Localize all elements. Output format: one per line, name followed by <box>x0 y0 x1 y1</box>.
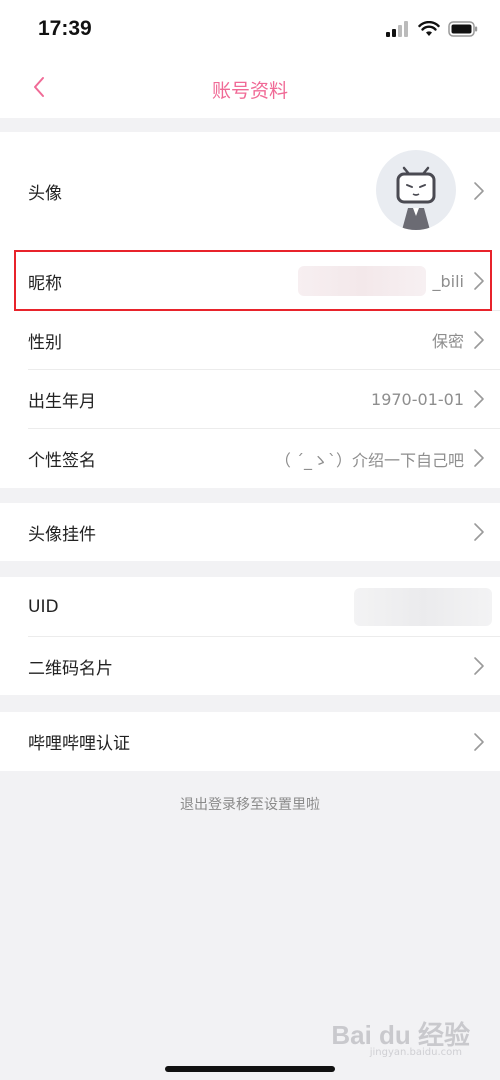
gender-label: 性别 <box>28 332 62 353</box>
pendant-group: 头像挂件 <box>0 503 500 561</box>
status-time: 17:39 <box>38 17 92 40</box>
qrcode-row[interactable]: 二维码名片 <box>0 637 500 695</box>
signature-row[interactable]: 个性签名 （ ´_ゝ`）介绍一下自己吧 <box>0 429 500 488</box>
uid-redacted <box>354 588 492 626</box>
wifi-icon <box>418 21 440 36</box>
signature-value: （ ´_ゝ`）介绍一下自己吧 <box>274 450 464 470</box>
signal-icon <box>386 21 408 37</box>
birthday-label: 出生年月 <box>28 391 96 412</box>
account-group: UID 二维码名片 <box>0 577 500 695</box>
chevron-right-icon <box>474 390 484 408</box>
avatar <box>376 150 456 230</box>
verify-label: 哔哩哔哩认证 <box>28 734 130 754</box>
chevron-right-icon <box>474 182 484 200</box>
birthday-value: 1970-01-01 <box>371 389 464 409</box>
nickname-highlight-box <box>14 250 492 311</box>
home-indicator[interactable] <box>165 1066 335 1072</box>
verify-group: 哔哩哔哩认证 <box>0 712 500 771</box>
page-title: 账号资料 <box>211 80 288 102</box>
tv-mascot-icon <box>396 166 436 230</box>
signature-label: 个性签名 <box>28 451 96 471</box>
gender-value: 保密 <box>431 332 464 351</box>
chevron-right-icon <box>474 523 484 541</box>
verify-row[interactable]: 哔哩哔哩认证 <box>0 712 500 771</box>
nav-bar: 账号资料 <box>0 58 500 118</box>
pendant-label: 头像挂件 <box>28 524 96 545</box>
avatar-label: 头像 <box>28 183 62 204</box>
status-bar: 17:39 <box>0 0 500 58</box>
avatar-row[interactable]: 头像 <box>0 132 500 250</box>
logout-hint: 退出登录移至设置里啦 <box>180 797 320 813</box>
gender-row[interactable]: 性别 保密 <box>0 311 500 369</box>
qrcode-label: 二维码名片 <box>28 658 113 679</box>
watermark-url: jingyan.baidu.com <box>369 1047 462 1058</box>
chevron-right-icon <box>474 449 484 467</box>
uid-label: UID <box>28 596 59 617</box>
battery-icon <box>448 21 478 37</box>
chevron-right-icon <box>474 331 484 349</box>
uid-row: UID <box>0 577 500 636</box>
chevron-right-icon <box>474 657 484 675</box>
birthday-row[interactable]: 出生年月 1970-01-01 <box>0 370 500 428</box>
pendant-row[interactable]: 头像挂件 <box>0 503 500 561</box>
chevron-right-icon <box>474 733 484 751</box>
